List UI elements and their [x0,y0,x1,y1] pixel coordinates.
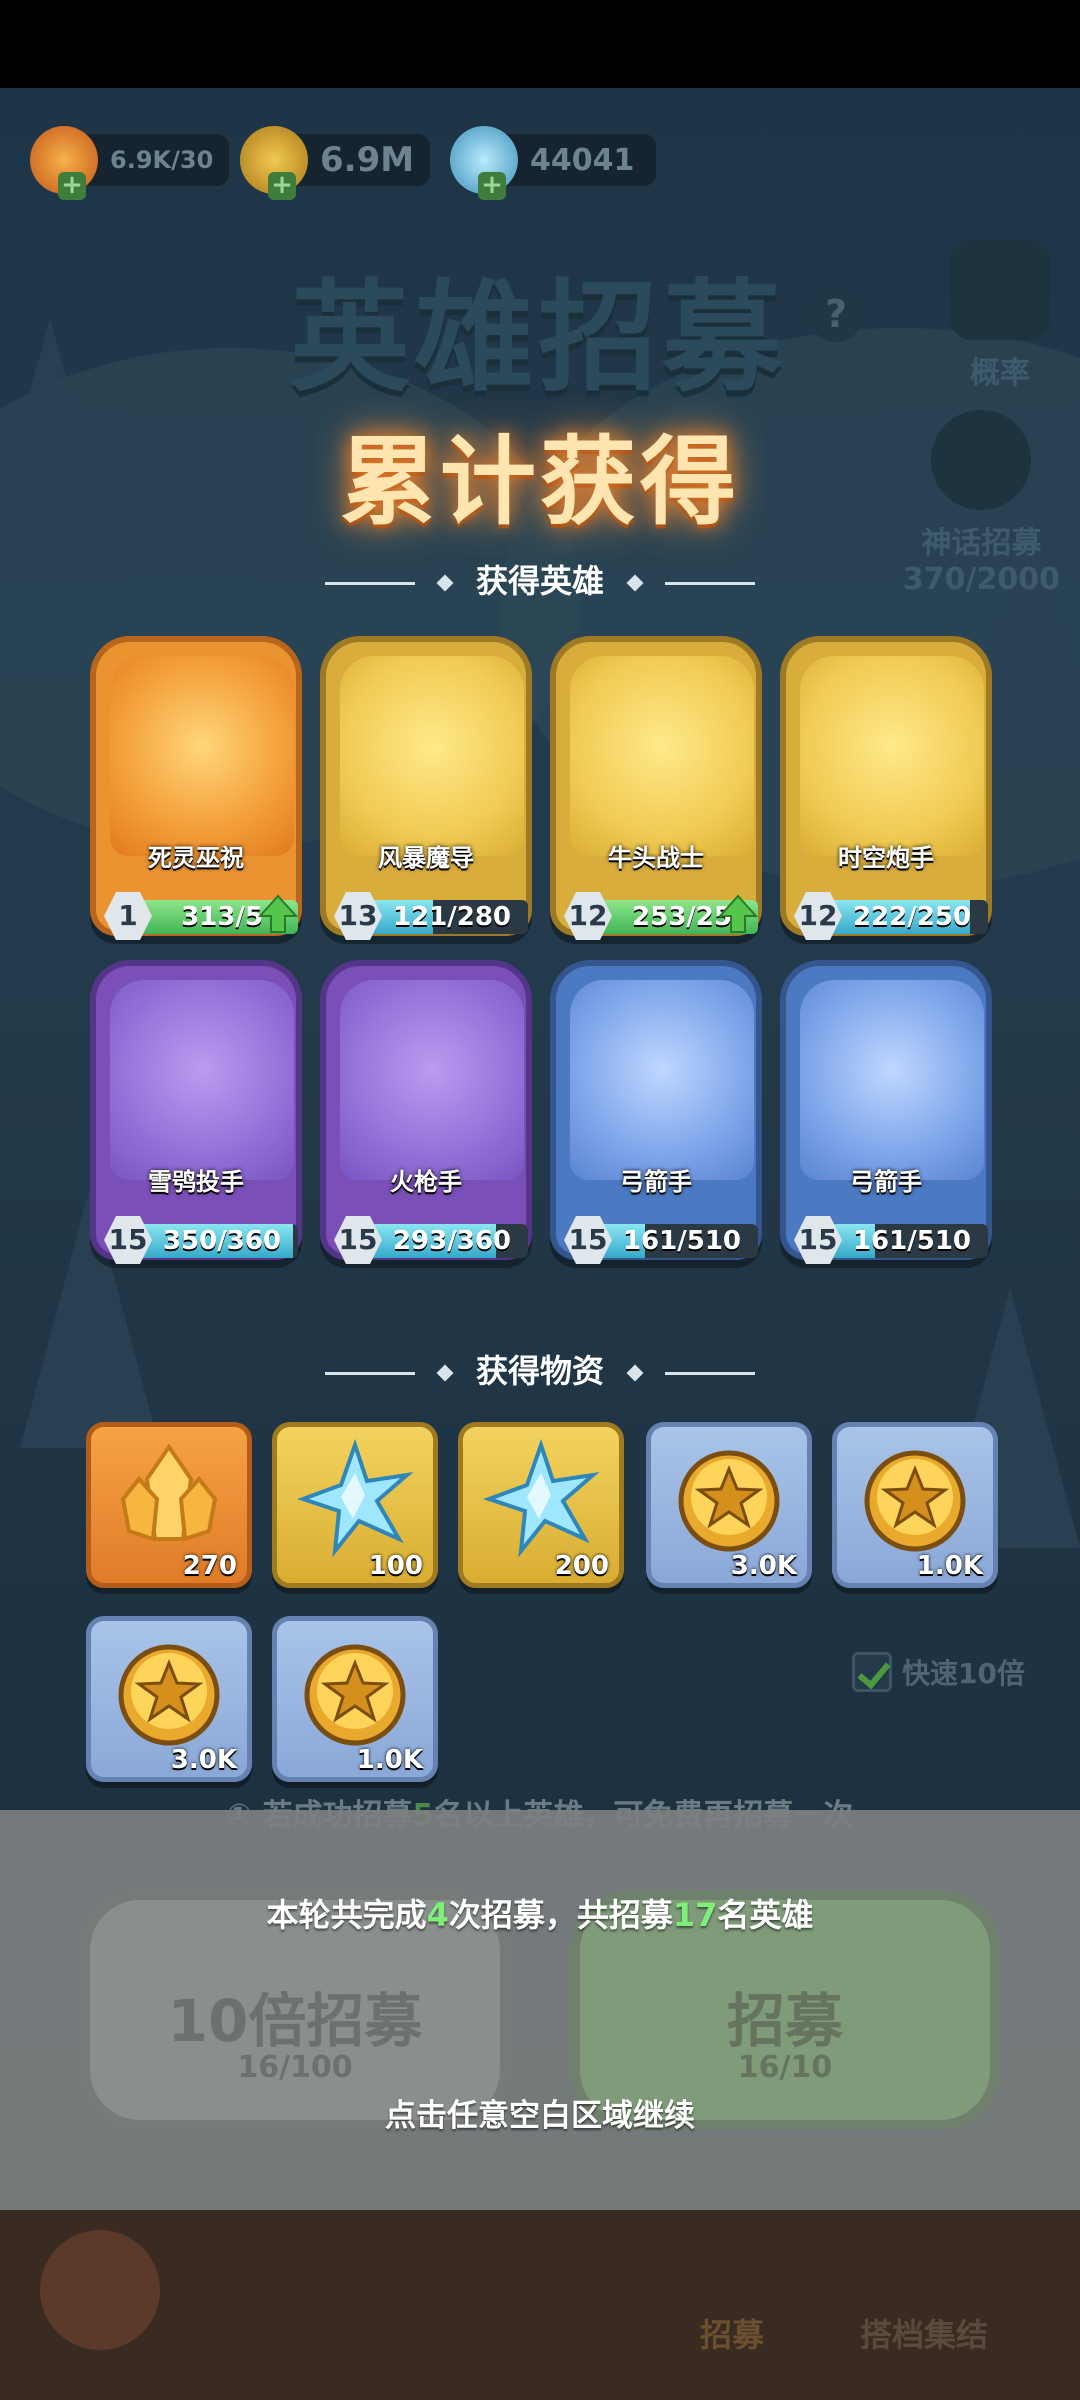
items-header-label: 获得物资 [475,1352,604,1390]
hero-portrait [340,980,524,1180]
quick-toggle-label: 快速10倍 [902,1657,1025,1690]
nav-recruit[interactable]: 招募 [700,2310,764,2356]
resource-gold[interactable]: + 6.9M [240,126,431,200]
items-section-header: 获得物资 [0,1346,1080,1392]
ten-recruit-label: 10倍招募 [167,1987,423,2055]
reward-item[interactable]: 3.0K [646,1422,812,1588]
resource-crystal[interactable]: + 44041 [450,126,657,200]
hero-shard-progress: 161/510 [822,1224,988,1258]
hero-shard-progress: 293/360 [362,1224,528,1258]
bottom-nav: 招募 搭档集结 [0,2210,1080,2400]
hero-name: 时空炮手 [838,844,934,872]
hero-portrait [800,656,984,856]
plus-icon[interactable]: + [58,172,86,200]
hero-name: 弓箭手 [620,1168,692,1196]
hero-shard-progress: 222/250 [822,900,988,934]
help-icon[interactable]: ? [808,286,864,342]
hero-name: 风暴魔导 [378,844,474,872]
item-count: 200 [554,1551,609,1581]
single-recruit-label: 招募 [726,1987,843,2055]
hero-name: 弓箭手 [850,1168,922,1196]
ten-recruit-keys: 16/100 [237,2050,353,2085]
tap-to-continue[interactable]: 点击任意空白区域继续 [0,2090,1080,2135]
reward-item[interactable]: 1.0K [832,1422,998,1588]
status-bar [0,0,1080,88]
hero-portrait [800,980,984,1180]
gold-coin-icon [118,1644,220,1746]
gold-coin-icon [304,1644,406,1746]
hero-name: 火枪手 [390,1168,462,1196]
reward-item[interactable]: 3.0K [86,1616,252,1782]
heroes-header-label: 获得英雄 [475,562,604,600]
plus-icon[interactable]: + [268,172,296,200]
plus-icon[interactable]: + [478,172,506,200]
ice-crystal-icon [482,1439,600,1558]
quick-10x-toggle[interactable]: 快速10倍 [852,1652,1025,1692]
hero-card[interactable]: 牛头战士 12 253/25 [550,636,762,940]
hero-name: 牛头战士 [608,844,704,872]
checkbox-icon[interactable] [852,1652,892,1692]
crystal-value: 44041 [530,142,635,178]
cumulative-title: 累计获得 [340,426,740,538]
hero-card[interactable]: 时空炮手 12 222/250 [780,636,992,940]
hero-progress-text: 350/360 [162,1226,282,1256]
hero-portrait [110,980,294,1180]
rate-label: 概率 [970,356,1030,391]
hero-progress-text: 121/280 [392,902,512,932]
resource-energy[interactable]: + 6.9K/30 [30,126,230,200]
gold-coin-icon [678,1450,780,1552]
nav-team[interactable]: 搭档集结 [860,2310,988,2356]
back-arrow-icon[interactable] [40,2230,160,2350]
hero-portrait [570,980,754,1180]
hero-recruit-title: 英雄招募 [290,269,786,408]
hero-card[interactable]: 死灵巫祝 1 313/5 [90,636,302,940]
reward-item[interactable]: 1.0K [272,1616,438,1782]
hero-portrait [340,656,524,856]
item-count: 270 [182,1551,237,1581]
ice-crystal-icon [296,1439,414,1558]
reward-item[interactable]: 200 [458,1422,624,1588]
hero-shard-progress: 161/510 [592,1224,758,1258]
upgrade-arrow-icon [258,894,298,933]
hero-progress-text: 161/510 [852,1226,972,1256]
crystal-shard-icon [120,1443,218,1542]
hero-card[interactable]: 弓箭手 15 161/510 [780,960,992,1264]
hero-progress-text: 161/510 [622,1226,742,1256]
upgrade-arrow-icon [718,894,758,933]
energy-value: 6.9K/30 [110,146,214,174]
reward-item[interactable]: 100 [272,1422,438,1588]
hero-shard-progress: 350/360 [132,1224,298,1258]
hero-card[interactable]: 火枪手 15 293/360 [320,960,532,1264]
item-count: 3.0K [170,1745,237,1775]
item-count: 1.0K [916,1551,983,1581]
hero-name: 雪鸮投手 [148,1168,244,1196]
document-icon [950,240,1050,340]
hero-card[interactable]: 雪鸮投手 15 350/360 [90,960,302,1264]
recruit-summary: 本轮共完成4次招募，共招募17名英雄 [266,1896,814,1934]
rate-button[interactable]: 概率 [950,240,1050,392]
gold-coin-icon [864,1450,966,1552]
reward-item[interactable]: 270 [86,1422,252,1588]
hero-name: 死灵巫祝 [148,844,244,872]
single-recruit-keys: 16/10 [737,2050,833,2085]
hero-shard-progress: 121/280 [362,900,528,934]
hero-portrait [570,656,754,856]
heroes-section-header: 获得英雄 [0,556,1080,602]
hero-card[interactable]: 风暴魔导 13 121/280 [320,636,532,940]
hero-progress-text: 293/360 [392,1226,512,1256]
item-count: 100 [368,1551,423,1581]
hero-progress-text: 222/250 [852,902,972,932]
item-count: 1.0K [356,1745,423,1775]
hero-card[interactable]: 弓箭手 15 161/510 [550,960,762,1264]
hero-portrait [110,656,294,856]
item-count: 3.0K [730,1551,797,1581]
gold-value: 6.9M [320,140,415,180]
